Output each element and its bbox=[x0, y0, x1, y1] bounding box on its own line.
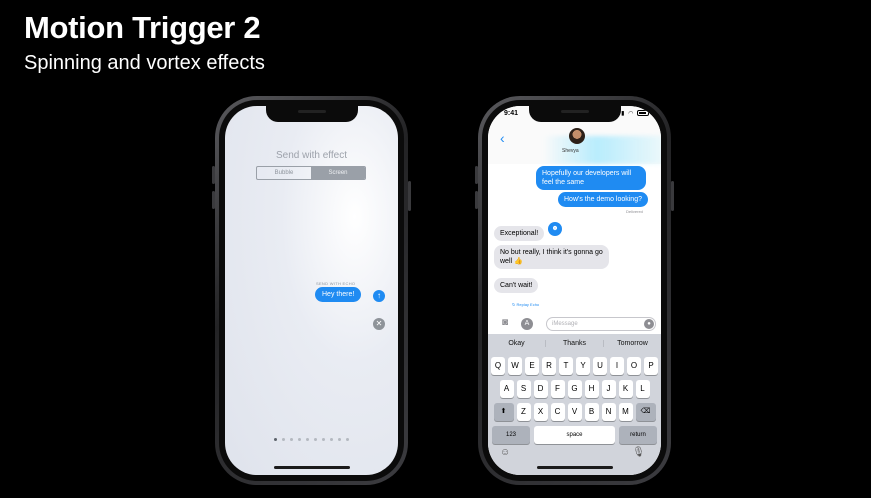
message-bubble-in[interactable]: Exceptional! bbox=[494, 226, 545, 241]
notch bbox=[528, 106, 621, 122]
wifi-icon: ◠ bbox=[628, 111, 635, 117]
key-b[interactable]: B bbox=[584, 403, 599, 421]
messages-screen: 9:41 ▮▮▮ ◠ ‹ Shevya Hopefully our develo… bbox=[488, 106, 661, 475]
quicktype-suggestions: Okay Thanks Tomorrow bbox=[488, 334, 661, 352]
suggestion-thanks[interactable]: Thanks bbox=[546, 339, 604, 347]
page-dot[interactable] bbox=[330, 438, 333, 441]
volume-down-button bbox=[212, 191, 215, 209]
effect-title: Send with effect bbox=[276, 150, 347, 161]
keyboard-bottom-bar: ☺ 🎙 bbox=[488, 447, 661, 463]
page-dot[interactable] bbox=[274, 438, 277, 441]
key-i[interactable]: I bbox=[610, 357, 624, 375]
space-key[interactable]: space bbox=[534, 426, 615, 444]
key-q[interactable]: Q bbox=[491, 357, 505, 375]
app-store-icon[interactable]: A bbox=[521, 318, 533, 330]
volume-down-button bbox=[475, 191, 478, 209]
emoji-keyboard-icon[interactable]: ☺ bbox=[500, 447, 510, 458]
key-s[interactable]: S bbox=[516, 380, 531, 398]
key-u[interactable]: U bbox=[593, 357, 607, 375]
key-v[interactable]: V bbox=[567, 403, 582, 421]
key-j[interactable]: J bbox=[601, 380, 616, 398]
segment-bubble[interactable]: Bubble bbox=[257, 167, 311, 179]
key-row-bottom: 123 space return bbox=[488, 426, 661, 444]
key-a[interactable]: A bbox=[499, 380, 514, 398]
key-o[interactable]: O bbox=[627, 357, 641, 375]
effect-segmented-control[interactable]: Bubble Screen bbox=[256, 166, 366, 180]
notch bbox=[265, 106, 358, 122]
contact-name[interactable]: Shevya bbox=[562, 148, 579, 154]
key-h[interactable]: H bbox=[584, 380, 599, 398]
message-bubble-out[interactable]: How's the demo looking? bbox=[558, 192, 648, 207]
delivered-status: Delivered bbox=[626, 209, 643, 214]
letter-keys: ZXCVBNM bbox=[516, 403, 633, 421]
phone-messages: 9:41 ▮▮▮ ◠ ‹ Shevya Hopefully our develo… bbox=[475, 96, 674, 485]
key-row-3: ⬆ ZXCVBNM ⌫ bbox=[488, 403, 661, 421]
page-dot[interactable] bbox=[346, 438, 349, 441]
key-x[interactable]: X bbox=[533, 403, 548, 421]
key-l[interactable]: L bbox=[635, 380, 650, 398]
message-input[interactable]: iMessage bbox=[546, 317, 656, 331]
home-indicator[interactable] bbox=[536, 466, 613, 469]
page-dot[interactable] bbox=[322, 438, 325, 441]
page-dots[interactable] bbox=[225, 438, 398, 441]
battery-icon bbox=[637, 110, 649, 117]
key-p[interactable]: P bbox=[644, 357, 658, 375]
key-y[interactable]: Y bbox=[576, 357, 590, 375]
page-dot[interactable] bbox=[298, 438, 301, 441]
delete-key[interactable]: ⌫ bbox=[635, 403, 656, 421]
suggestion-okay[interactable]: Okay bbox=[488, 339, 546, 347]
message-bubble-preview: Hey there! bbox=[315, 287, 362, 302]
key-g[interactable]: G bbox=[567, 380, 582, 398]
page-dot[interactable] bbox=[306, 438, 309, 441]
status-time: 9:41 bbox=[504, 110, 519, 117]
send-arrow-icon[interactable]: ↑ bbox=[373, 290, 385, 302]
key-f[interactable]: F bbox=[550, 380, 565, 398]
echo-shimmer-effect bbox=[543, 136, 661, 164]
message-bubble-in[interactable]: Can't wait! bbox=[494, 278, 539, 293]
key-row-1: QWERTYUIOP bbox=[488, 357, 661, 375]
key-r[interactable]: R bbox=[542, 357, 556, 375]
camera-icon[interactable]: ◙ bbox=[502, 317, 508, 328]
cancel-close-icon[interactable]: ✕ bbox=[373, 318, 385, 330]
power-button bbox=[408, 181, 411, 211]
return-key[interactable]: return bbox=[619, 426, 657, 444]
keyboard: Okay Thanks Tomorrow QWERTYUIOP ASDFGHJK… bbox=[488, 334, 661, 475]
segment-screen[interactable]: Screen bbox=[311, 167, 365, 179]
key-m[interactable]: M bbox=[618, 403, 633, 421]
emoji-reaction-icon[interactable]: ☻ bbox=[548, 222, 562, 236]
contact-avatar[interactable] bbox=[569, 128, 585, 144]
volume-up-button bbox=[212, 166, 215, 184]
key-t[interactable]: T bbox=[559, 357, 573, 375]
effect-screen: Send with effect Bubble Screen SEND WITH… bbox=[225, 106, 398, 475]
key-k[interactable]: K bbox=[618, 380, 633, 398]
dictation-mic-icon[interactable]: 🎙 bbox=[632, 447, 645, 458]
slide-subtitle: Spinning and vortex effects bbox=[24, 52, 265, 74]
page-dot[interactable] bbox=[314, 438, 317, 441]
volume-up-button bbox=[475, 166, 478, 184]
numbers-key[interactable]: 123 bbox=[492, 426, 530, 444]
message-bubble-out[interactable]: Hopefully our developers will feel the s… bbox=[536, 166, 646, 190]
echo-label: SEND WITH ECHO bbox=[316, 281, 356, 286]
page-dot[interactable] bbox=[282, 438, 285, 441]
power-button bbox=[671, 181, 674, 211]
key-z[interactable]: Z bbox=[516, 403, 531, 421]
replay-echo-link[interactable]: ↻ Replay Echo bbox=[512, 302, 539, 307]
message-input-bar: ◙ A iMessage ● bbox=[488, 314, 661, 334]
phone-send-with-effect: Send with effect Bubble Screen SEND WITH… bbox=[212, 96, 411, 485]
key-w[interactable]: W bbox=[508, 357, 522, 375]
suggestion-tomorrow[interactable]: Tomorrow bbox=[604, 340, 661, 347]
slide-title: Motion Trigger 2 bbox=[24, 10, 261, 45]
back-chevron-icon[interactable]: ‹ bbox=[500, 130, 505, 146]
key-c[interactable]: C bbox=[550, 403, 565, 421]
key-e[interactable]: E bbox=[525, 357, 539, 375]
home-indicator[interactable] bbox=[273, 466, 350, 469]
page-dot[interactable] bbox=[338, 438, 341, 441]
key-row-2: ASDFGHJKL bbox=[488, 380, 661, 398]
page-dot[interactable] bbox=[290, 438, 293, 441]
audio-message-icon[interactable]: ● bbox=[644, 319, 654, 329]
key-n[interactable]: N bbox=[601, 403, 616, 421]
message-bubble-in[interactable]: No but really, I think it's gonna go wel… bbox=[494, 245, 609, 269]
shift-key[interactable]: ⬆ bbox=[493, 403, 514, 421]
key-d[interactable]: D bbox=[533, 380, 548, 398]
